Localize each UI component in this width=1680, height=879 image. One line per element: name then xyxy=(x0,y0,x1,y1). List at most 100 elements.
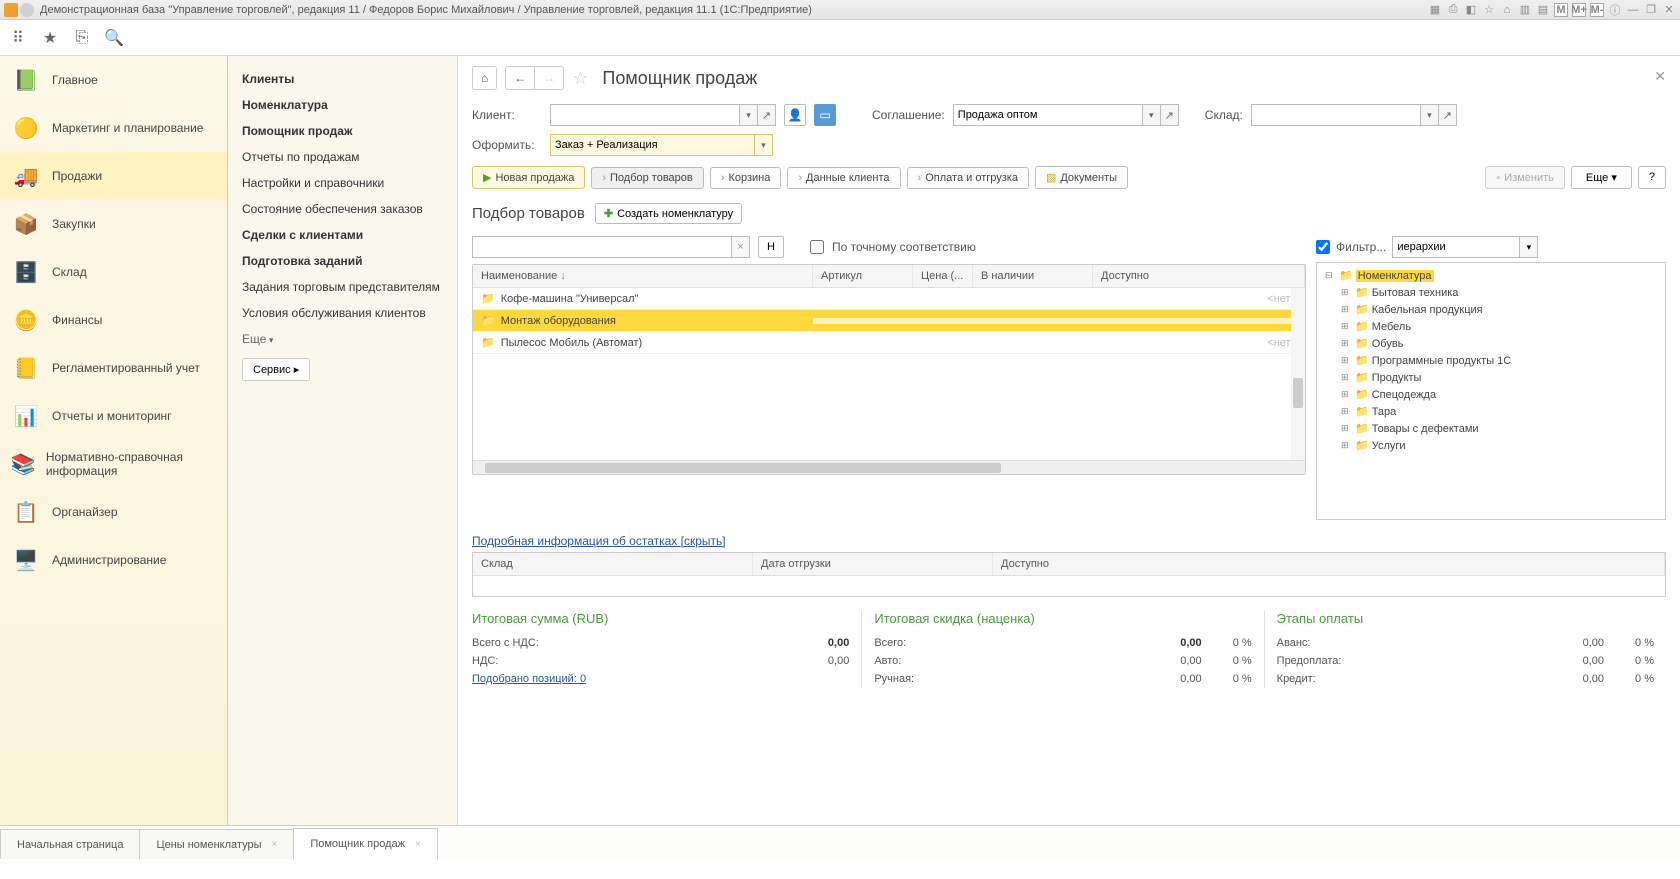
tree-item[interactable]: ⊞📁Услуги xyxy=(1317,437,1665,454)
create-nomenclature-button[interactable]: ✚Создать номенклатуру xyxy=(595,203,742,224)
agree-open-icon[interactable]: ↗ xyxy=(1161,104,1179,126)
tb-icon-6[interactable]: ▥ xyxy=(1518,3,1532,17)
table-row[interactable]: 📁Пылесос Мобиль (Автомат) <нет> xyxy=(473,332,1305,354)
sub-more[interactable]: Еще xyxy=(228,326,457,352)
hier-dd-icon[interactable]: ▾ xyxy=(1520,236,1538,258)
person-icon[interactable]: 👤 xyxy=(784,104,806,126)
tab-helper[interactable]: Помощник продаж× xyxy=(293,828,438,860)
sub-service-cond[interactable]: Условия обслуживания клиентов xyxy=(228,300,457,326)
filter-checkbox[interactable] xyxy=(1316,240,1330,254)
col-art[interactable]: Артикул xyxy=(813,265,913,287)
hierarchy-input[interactable] xyxy=(1392,236,1520,258)
search-input[interactable] xyxy=(472,236,732,258)
close-page-icon[interactable]: ✕ xyxy=(1654,68,1666,85)
star-icon[interactable]: ★ xyxy=(40,28,60,48)
favorite-icon[interactable]: ☆ xyxy=(572,68,588,89)
form-combo[interactable]: ▾ xyxy=(550,134,773,156)
new-sale-button[interactable]: ▶Новая продажа xyxy=(472,166,585,189)
col2-ship[interactable]: Дата отгрузки xyxy=(753,553,993,575)
sub-trade-rep-tasks[interactable]: Задания торговым представителям xyxy=(228,274,457,300)
expand-icon[interactable]: ⊞ xyxy=(1341,287,1352,298)
cart-button[interactable]: ›Корзина xyxy=(710,167,782,189)
table-row-selected[interactable]: 📁Монтаж оборудования xyxy=(473,310,1305,332)
expand-icon[interactable]: ⊞ xyxy=(1341,372,1352,383)
tb-icon-3[interactable]: ◧ xyxy=(1464,3,1478,17)
close-icon[interactable]: ✕ xyxy=(1662,3,1676,17)
tree-item[interactable]: ⊞📁Тара xyxy=(1317,403,1665,420)
client-combo[interactable]: ▾↗ xyxy=(550,104,776,126)
maximize-icon[interactable]: ❐ xyxy=(1644,3,1658,17)
scrollbar-h[interactable] xyxy=(473,460,1305,474)
sub-nomenclature[interactable]: Номенклатура xyxy=(228,92,457,118)
tree-item[interactable]: ⊞📁Кабельная продукция xyxy=(1317,301,1665,318)
hierarchy-combo[interactable]: ▾ xyxy=(1392,236,1538,258)
col-price[interactable]: Цена (... xyxy=(913,265,973,287)
tree-item[interactable]: ⊞📁Товары с дефектами xyxy=(1317,420,1665,437)
tab-prices[interactable]: Цены номенклатуры× xyxy=(139,829,294,859)
col-name[interactable]: Наименование xyxy=(473,265,813,287)
tree-item[interactable]: ⊞📁Обувь xyxy=(1317,335,1665,352)
tree-item[interactable]: ⊞📁Бытовая техника xyxy=(1317,284,1665,301)
form-dd-icon[interactable]: ▾ xyxy=(755,134,773,156)
tree-item[interactable]: ⊞📁Спецодежда xyxy=(1317,386,1665,403)
exact-checkbox[interactable] xyxy=(810,240,824,254)
client-data-button[interactable]: ›Данные клиента xyxy=(787,167,900,189)
search-combo[interactable]: × xyxy=(472,236,750,258)
back-button[interactable]: ← xyxy=(505,66,535,90)
expand-icon[interactable]: ⊞ xyxy=(1341,440,1352,451)
nav-marketing[interactable]: 🟡Маркетинг и планирование xyxy=(0,104,227,152)
client-dd-icon[interactable]: ▾ xyxy=(740,104,758,126)
form-input[interactable] xyxy=(550,134,755,156)
sub-settings[interactable]: Настройки и справочники xyxy=(228,170,457,196)
expand-icon[interactable]: ⊞ xyxy=(1341,406,1352,417)
sub-tasks-prep[interactable]: Подготовка заданий xyxy=(228,248,457,274)
tab-close-icon[interactable]: × xyxy=(271,839,277,850)
table-row[interactable]: 📁Кофе-машина "Универсал" <нет> xyxy=(473,288,1305,310)
service-button[interactable]: Сервис ▸ xyxy=(242,358,310,381)
forward-button[interactable]: → xyxy=(534,66,564,90)
tb-icon-5[interactable]: ⌂ xyxy=(1500,3,1514,17)
tb-icon-7[interactable]: ▤ xyxy=(1536,3,1550,17)
nav-admin[interactable]: 🖥️Администрирование xyxy=(0,536,227,584)
sub-sales-reports[interactable]: Отчеты по продажам xyxy=(228,144,457,170)
nav-purchases[interactable]: 📦Закупки xyxy=(0,200,227,248)
pick-goods-button[interactable]: ›Подбор товаров xyxy=(591,167,703,189)
home-button[interactable]: ⌂ xyxy=(472,66,497,90)
sub-order-status[interactable]: Состояние обеспечения заказов xyxy=(228,196,457,222)
card-icon[interactable]: ▭ xyxy=(814,104,836,126)
tb-icon-4[interactable]: ☆ xyxy=(1482,3,1496,17)
expand-icon[interactable]: ⊞ xyxy=(1341,423,1352,434)
expand-icon[interactable]: ⊞ xyxy=(1341,338,1352,349)
col-avail[interactable]: Доступно xyxy=(1093,265,1305,287)
agree-combo[interactable]: ▾↗ xyxy=(953,104,1179,126)
col2-wh[interactable]: Склад xyxy=(473,553,753,575)
nav-finance[interactable]: 🪙Финансы xyxy=(0,296,227,344)
more-button[interactable]: Еще ▾ xyxy=(1571,166,1632,189)
col2-avail[interactable]: Доступно xyxy=(993,553,1665,575)
info-icon[interactable]: ⓘ xyxy=(1608,3,1622,17)
wh-combo[interactable]: ▾↗ xyxy=(1251,104,1457,126)
agree-dd-icon[interactable]: ▾ xyxy=(1143,104,1161,126)
search-icon[interactable]: 🔍 xyxy=(104,28,124,48)
wh-open-icon[interactable]: ↗ xyxy=(1439,104,1457,126)
details-link[interactable]: Подробная информация об остатках [скрыть… xyxy=(472,534,726,548)
collapse-icon[interactable]: ⊟ xyxy=(1325,270,1336,281)
apps-icon[interactable]: ⠿ xyxy=(8,28,28,48)
client-open-icon[interactable]: ↗ xyxy=(758,104,776,126)
tree-root[interactable]: ⊟📁Номенклатура xyxy=(1317,267,1665,284)
expand-icon[interactable]: ⊞ xyxy=(1341,321,1352,332)
col-stock[interactable]: В наличии xyxy=(973,265,1093,287)
clear-icon[interactable]: × xyxy=(732,236,750,258)
tb-icon-1[interactable]: ▦ xyxy=(1428,3,1442,17)
expand-icon[interactable]: ⊞ xyxy=(1341,389,1352,400)
docs-button[interactable]: ▧Документы xyxy=(1035,166,1128,189)
scrollbar-v[interactable] xyxy=(1291,288,1305,460)
nav-reference[interactable]: 📚Нормативно-справочная информация xyxy=(0,440,227,488)
agree-input[interactable] xyxy=(953,104,1143,126)
help-button[interactable]: ? xyxy=(1638,166,1666,189)
wh-input[interactable] xyxy=(1251,104,1421,126)
positions-link[interactable]: Подобрано позиций: 0 xyxy=(472,673,586,685)
minimize-icon[interactable]: — xyxy=(1626,3,1640,17)
tree-item[interactable]: ⊞📁Продукты xyxy=(1317,369,1665,386)
calc-m[interactable]: M xyxy=(1554,3,1568,17)
